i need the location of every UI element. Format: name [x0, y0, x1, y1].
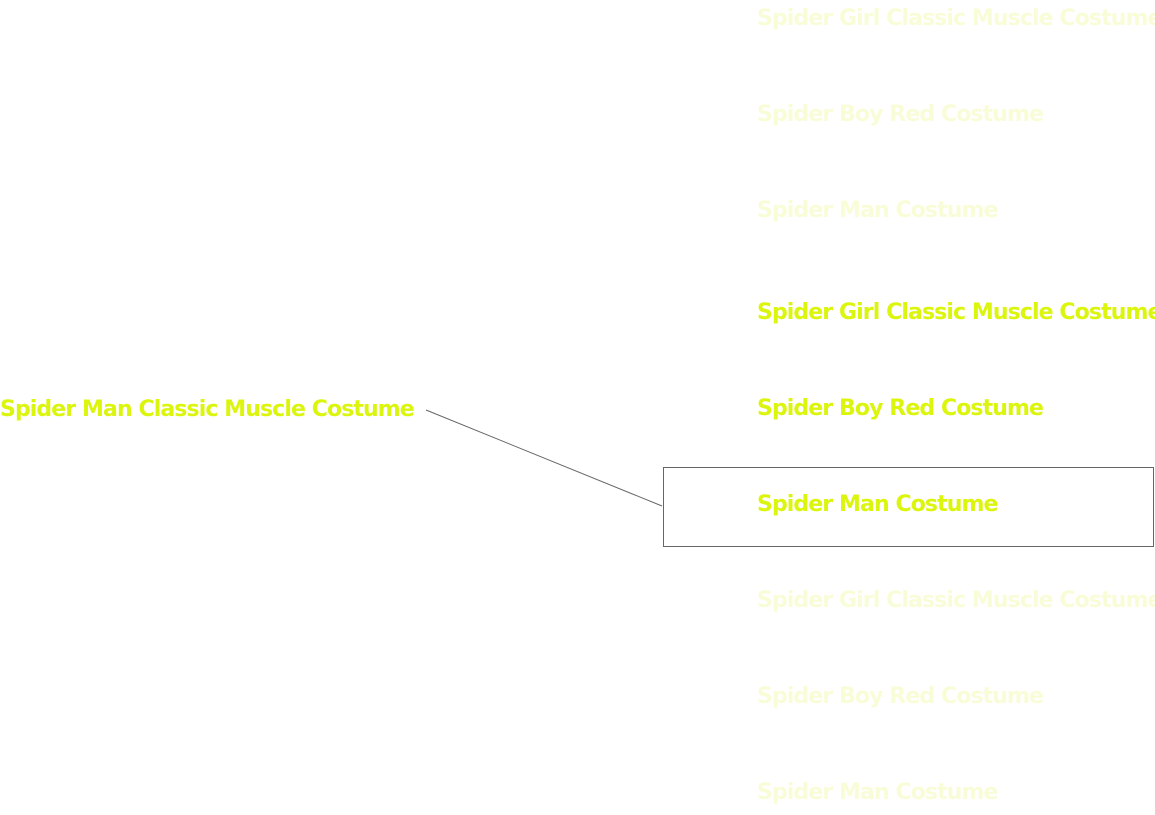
option-item-selected[interactable]: Spider Man Costume [757, 494, 998, 516]
option-item[interactable]: Spider Girl Classic Muscle Costume [757, 590, 1155, 612]
option-item[interactable]: Spider Boy Red Costume [757, 686, 1044, 708]
source-item-label[interactable]: Spider Man Classic Muscle Costume [0, 399, 415, 421]
option-item[interactable]: Spider Boy Red Costume [757, 398, 1044, 420]
option-item[interactable]: Spider Girl Classic Muscle Costume [757, 302, 1155, 324]
match-canvas: Spider Man Classic Muscle Costume Spider… [0, 0, 1155, 815]
option-item[interactable]: Spider Man Costume [757, 200, 998, 222]
option-item[interactable]: Spider Boy Red Costume [757, 104, 1044, 126]
option-item[interactable]: Spider Man Costume [757, 782, 998, 804]
option-item[interactable]: Spider Girl Classic Muscle Costume [757, 8, 1155, 30]
